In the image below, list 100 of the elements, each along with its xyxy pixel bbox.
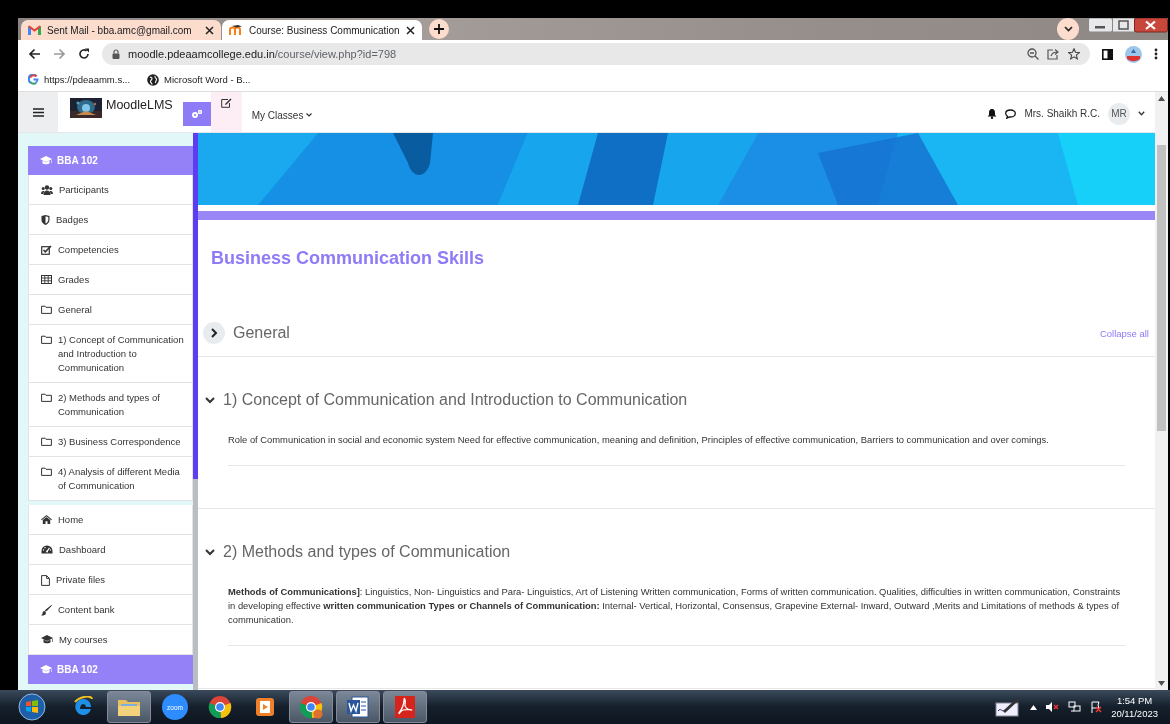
- profile-icon[interactable]: [1125, 45, 1142, 63]
- speaker-muted-icon[interactable]: [1046, 701, 1060, 713]
- globe-icon: [147, 73, 160, 86]
- chevron-down-icon: [205, 548, 215, 556]
- scroll-up-icon: [1158, 96, 1165, 101]
- sidebar-item[interactable]: General: [29, 295, 192, 325]
- sidebar-item[interactable]: 4) Analysis of different Media of Communication: [29, 457, 192, 500]
- share-icon[interactable]: [1047, 48, 1060, 60]
- window-controls-icon[interactable]: [1088, 18, 1168, 34]
- sidebar-item[interactable]: 1) Concept of Communication and Introduction to Communication: [29, 325, 192, 383]
- sidebar-item[interactable]: Badges: [29, 205, 192, 235]
- brush-icon: [41, 604, 52, 616]
- user-name[interactable]: Mrs. Shaikh R.C.: [1024, 108, 1100, 119]
- scrollbar[interactable]: [1155, 92, 1168, 690]
- lock-icon: [112, 49, 120, 59]
- reload-icon[interactable]: [78, 48, 90, 60]
- chat-icon[interactable]: [1005, 108, 1017, 119]
- bookmark-link[interactable]: Microsoft Word - B...: [164, 74, 251, 85]
- play-icon: [255, 697, 275, 717]
- menu-button[interactable]: [18, 92, 58, 132]
- close-icon[interactable]: [205, 25, 214, 35]
- menu-dots-icon[interactable]: [1154, 48, 1158, 60]
- google-icon: [28, 74, 39, 85]
- shield-icon: [41, 214, 50, 225]
- graduation-cap-icon: [41, 634, 53, 645]
- side-panel-icon[interactable]: [1102, 48, 1113, 60]
- collapse-button[interactable]: [205, 396, 215, 404]
- my-classes-menu[interactable]: My Classes: [241, 92, 323, 132]
- clock[interactable]: 1:54 PM 20/11/2023: [1111, 694, 1158, 720]
- graduation-cap-icon: [40, 664, 52, 675]
- chevron-right-icon: [210, 328, 218, 338]
- gauge-icon: [41, 544, 53, 554]
- star-icon[interactable]: [1068, 48, 1080, 60]
- chevron-down-icon: [1063, 26, 1073, 32]
- tab-search-button[interactable]: [1057, 18, 1079, 40]
- edit-mode-button[interactable]: [210, 92, 242, 132]
- folder-icon: [41, 304, 52, 314]
- sidebar-item[interactable]: 2) Methods and types of Communication: [29, 383, 192, 427]
- sidebar-item[interactable]: Participants: [29, 175, 192, 205]
- user-avatar[interactable]: MR: [1108, 102, 1130, 125]
- sidebar-item[interactable]: Home: [29, 505, 192, 535]
- section-title[interactable]: 2) Methods and types of Communication: [223, 543, 511, 561]
- expand-button[interactable]: [203, 322, 225, 344]
- back-icon[interactable]: [28, 48, 41, 60]
- settings-button[interactable]: [182, 102, 211, 126]
- pdf-icon: [394, 695, 416, 719]
- bookmark-link[interactable]: https://pdeaamm.s...: [44, 74, 131, 85]
- folder-icon: [41, 392, 52, 402]
- pdf-taskbar-button[interactable]: [383, 691, 427, 723]
- collapse-button[interactable]: [205, 548, 215, 556]
- flag-icon[interactable]: [1090, 701, 1103, 713]
- users-icon: [41, 184, 53, 195]
- checkbox-icon: [41, 244, 52, 255]
- course-title: Business Communication Skills: [211, 248, 486, 270]
- scroll-down-icon: [1158, 681, 1165, 686]
- sidebar-item[interactable]: My courses: [29, 625, 192, 654]
- menu-icon: [32, 107, 44, 117]
- section-summary: Role of Communication in social and economic system Need for effective communication, meaning and definition, Principles of effective communication, Barriers to communication and over comings.: [228, 423, 1125, 466]
- site-name[interactable]: MoodleLMS: [106, 98, 173, 112]
- address-bar[interactable]: moodle.pdeaamcollege.edu.in/course/view.php?id=798: [102, 43, 1090, 65]
- mail-icon: [28, 25, 41, 35]
- start-button-icon[interactable]: [18, 693, 46, 721]
- section-title[interactable]: 1) Concept of Communication and Introduction to Communication: [223, 391, 688, 409]
- plus-icon: [434, 24, 444, 34]
- m-logo-icon: [229, 25, 243, 35]
- sidebar-item[interactable]: Grades: [29, 265, 192, 295]
- forward-icon[interactable]: [53, 48, 66, 60]
- folder-icon: [41, 466, 52, 476]
- caret-icon: [306, 113, 313, 117]
- sidebar-item[interactable]: Dashboard: [29, 535, 192, 565]
- folder-icon: [41, 436, 52, 446]
- sidebar-item[interactable]: Private files: [29, 565, 192, 595]
- zoom-out-icon[interactable]: [1027, 48, 1039, 60]
- bell-icon[interactable]: [987, 108, 998, 119]
- gears-icon: [190, 109, 203, 119]
- collapse-all-link[interactable]: Collapse all: [1099, 327, 1149, 339]
- document-icon: [346, 696, 370, 718]
- section-title[interactable]: General: [233, 324, 290, 342]
- file-icon: [41, 574, 50, 586]
- pen-icon[interactable]: [995, 697, 1022, 717]
- sidebar-item[interactable]: Competencies: [29, 235, 192, 265]
- browser-tab[interactable]: Course: Business Communication: [222, 20, 422, 40]
- chrome-logo-icon: [299, 695, 323, 719]
- browser-tab[interactable]: Sent Mail - bba.amc@gmail.com: [21, 20, 221, 40]
- word-taskbar-button[interactable]: [336, 691, 380, 723]
- network-icon[interactable]: [1068, 701, 1082, 713]
- sidebar-item[interactable]: Content bank: [29, 595, 192, 625]
- sidebar-scrollbar[interactable]: [193, 133, 198, 690]
- close-icon[interactable]: [406, 25, 415, 35]
- file-explorer-button[interactable]: [107, 691, 151, 723]
- home-icon: [41, 514, 52, 524]
- graduation-cap-icon: [40, 155, 52, 166]
- new-tab-button[interactable]: [429, 19, 449, 39]
- edit-icon: [220, 98, 232, 108]
- sidebar-item[interactable]: 3) Business Correspondence: [29, 427, 192, 457]
- chrome-logo-icon: [208, 695, 232, 719]
- table-icon: [41, 274, 52, 284]
- caret-icon[interactable]: [1138, 111, 1145, 116]
- section-summary: Methods of Communications]: Linguistics, Non- Linguistics and Para- Linguistics, Art of Listening Written communication, Forms of written communication. Qualities, difficulties in written communication, Constraints in developing effective written communication Types or Channels of Communication: Internal- Vertical, Horizontal, Consensus, Grapevine External- Inward, Outward ,Merits and Limitations of methods & types of communication.: [228, 575, 1125, 646]
- tray-expand-icon[interactable]: [1030, 704, 1038, 710]
